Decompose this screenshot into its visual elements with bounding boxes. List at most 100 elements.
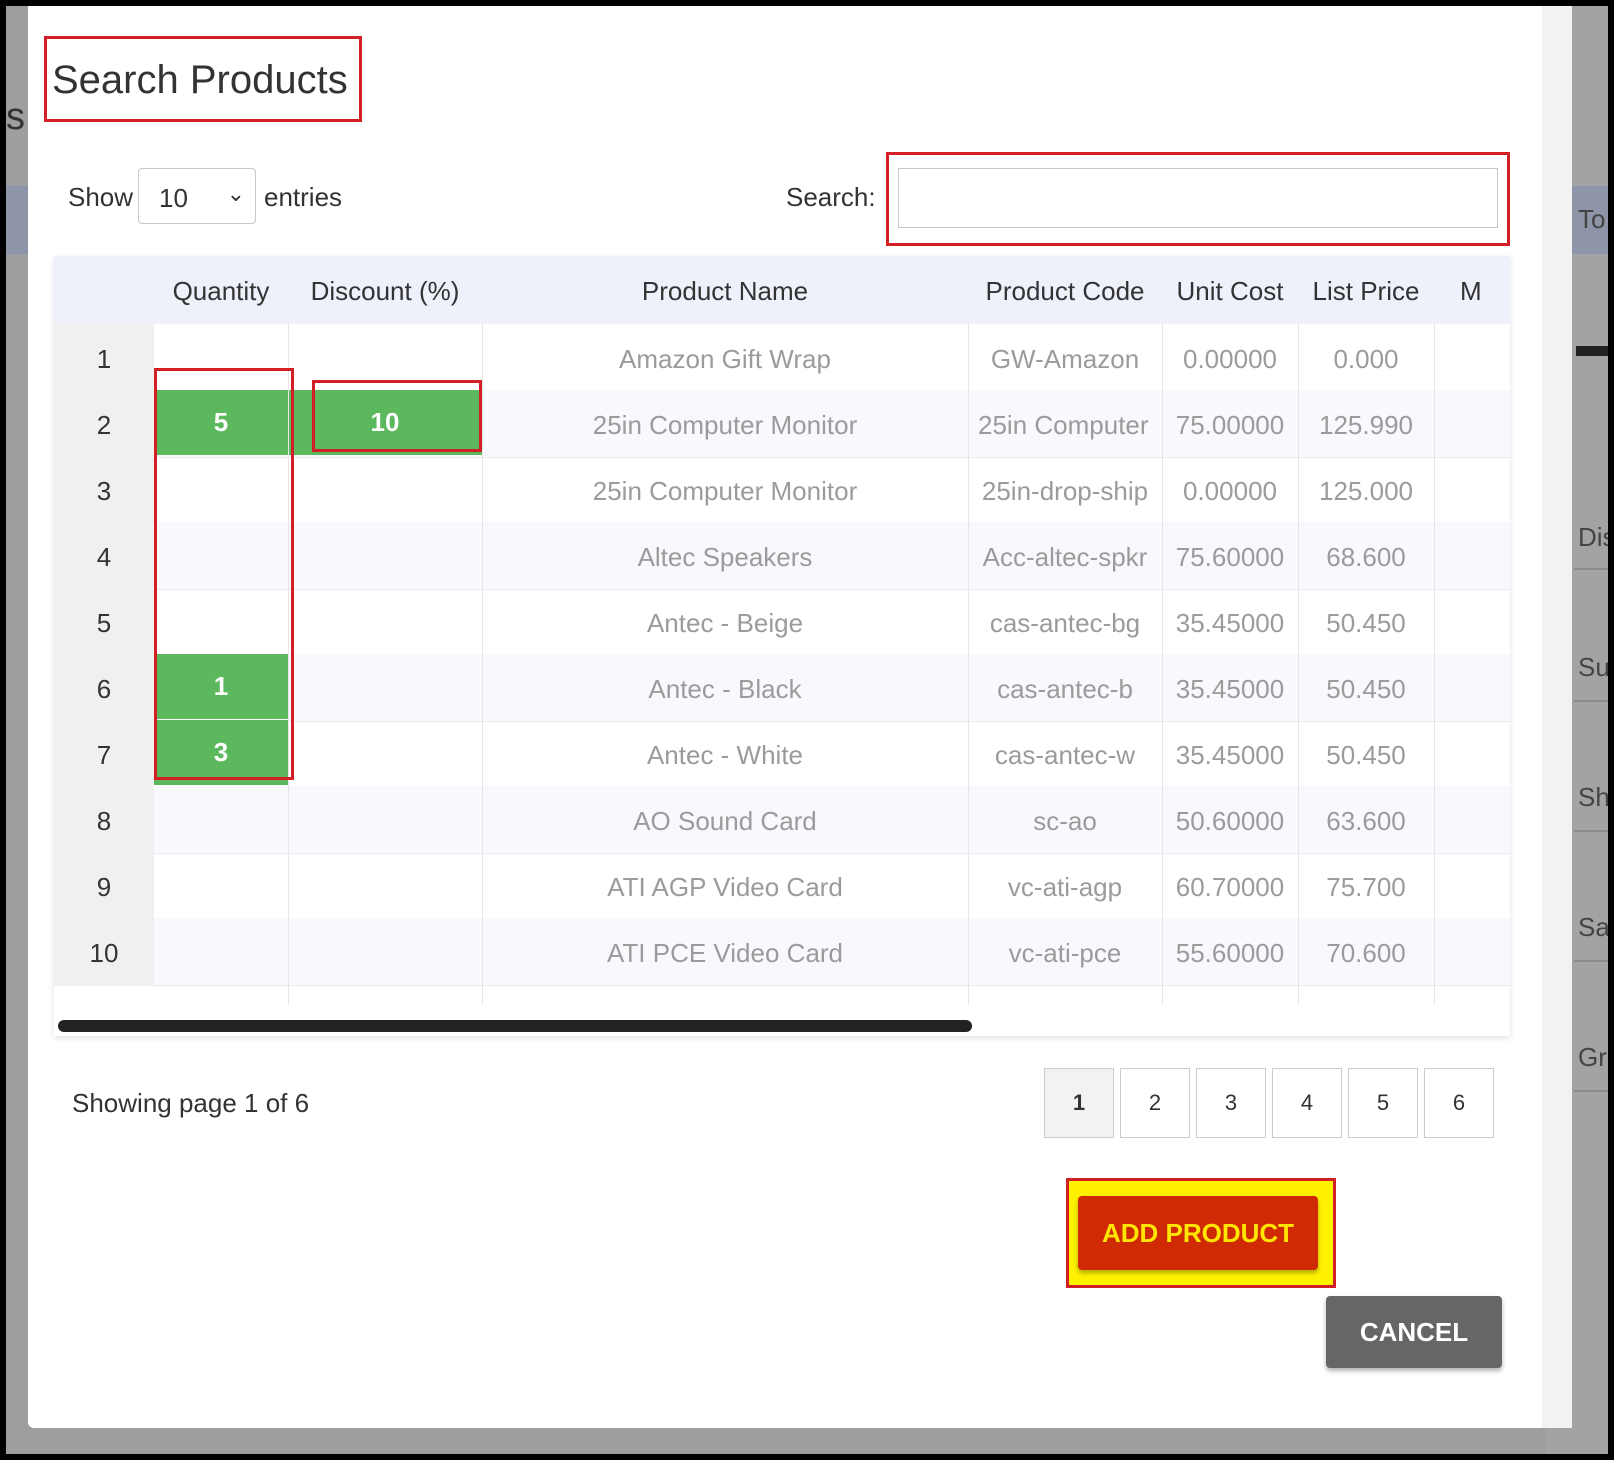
unit-cost-cell: 35.45000 (1175, 740, 1285, 770)
product-name-cell: AO Sound Card (633, 806, 817, 836)
page-button-2[interactable]: 2 (1120, 1068, 1190, 1138)
column-divider (1298, 324, 1299, 1004)
horizontal-scrollbar[interactable] (58, 1020, 972, 1032)
product-name-cell: 25in Computer Monitor (592, 476, 858, 506)
product-name-cell: Antec - White (646, 740, 804, 770)
list-price-cell: 70.600 (1326, 938, 1406, 968)
table-header: Quantity Discount (%) Product Name Produ… (54, 256, 1510, 324)
row-number: 3 (96, 476, 112, 506)
add-product-button[interactable]: ADD PRODUCT (1078, 1196, 1318, 1270)
row-number-cell: 8 (54, 786, 154, 854)
background-label: Dis (1578, 522, 1608, 552)
background-band (6, 186, 30, 254)
product-name-cell: Antec - Black (648, 674, 802, 704)
list-price-cell: 50.450 (1326, 740, 1406, 770)
modal-title: Search Products (52, 58, 348, 102)
column-divider (1434, 324, 1435, 1004)
table-row: 8 AO Sound Card sc-ao 50.60000 63.600 (54, 786, 1510, 854)
product-code-cell: GW-Amazon (990, 344, 1140, 374)
search-input[interactable] (898, 168, 1498, 228)
column-divider (482, 324, 483, 1004)
page-button-6[interactable]: 6 (1424, 1068, 1494, 1138)
unit-cost-cell: 35.45000 (1175, 674, 1285, 704)
product-code-cell: sc-ao (1033, 806, 1097, 836)
row-number: 2 (96, 410, 112, 440)
unit-cost-cell: 0.00000 (1183, 476, 1277, 506)
background-divider (1574, 960, 1608, 962)
column-divider (1162, 324, 1163, 1004)
row-number: 6 (96, 674, 112, 704)
background-divider (1574, 1090, 1608, 1092)
page-button-4[interactable]: 4 (1272, 1068, 1342, 1138)
unit-cost-cell: 35.45000 (1175, 608, 1285, 638)
column-header-product-name[interactable]: Product Name (482, 276, 968, 307)
unit-cost-cell: 50.60000 (1175, 806, 1285, 836)
row-number-cell: 5 (54, 588, 154, 656)
row-number-cell: 9 (54, 852, 154, 920)
background-label: Gra (1578, 1042, 1608, 1072)
unit-cost-cell: 75.60000 (1175, 542, 1285, 572)
row-number-cell: 7 (54, 720, 154, 788)
list-price-cell: 125.000 (1319, 476, 1413, 506)
quantity-highlight-box (154, 368, 294, 780)
row-number-cell: 1 (54, 324, 154, 392)
column-header-unit-cost[interactable]: Unit Cost (1162, 276, 1298, 307)
product-code-cell: 25in-drop-ship (981, 476, 1149, 506)
row-number: 10 (89, 938, 119, 968)
unit-cost-cell: 55.60000 (1175, 938, 1285, 968)
row-number: 7 (96, 740, 112, 770)
column-divider (968, 324, 969, 1004)
row-number-cell: 10 (54, 918, 154, 986)
row-number: 9 (96, 872, 112, 902)
column-header-product-code[interactable]: Product Code (968, 276, 1162, 307)
column-header-partial[interactable]: M (1460, 276, 1500, 307)
list-price-cell: 50.450 (1326, 674, 1406, 704)
page-button-1[interactable]: 1 (1044, 1068, 1114, 1138)
row-number: 5 (96, 608, 112, 638)
products-table: Quantity Discount (%) Product Name Produ… (54, 256, 1510, 1036)
chevron-down-icon: ⌄ (226, 181, 245, 206)
list-price-cell: 63.600 (1326, 806, 1406, 836)
entries-select-value: 10 (159, 183, 188, 213)
column-header-discount[interactable]: Discount (%) (288, 276, 482, 307)
show-label: Show (68, 182, 134, 212)
product-code-cell: 25in Computer Monitor (978, 410, 1152, 440)
background-label: Su (1578, 652, 1608, 682)
product-code-cell: vc-ati-agp (1007, 872, 1123, 902)
product-code-cell: vc-ati-pce (1008, 938, 1122, 968)
product-name-cell: Altec Speakers (637, 542, 813, 572)
row-number: 1 (96, 344, 112, 374)
page-button-3[interactable]: 3 (1196, 1068, 1266, 1138)
column-header-quantity[interactable]: Quantity (154, 276, 288, 307)
entries-select[interactable]: 10 ⌄ (138, 168, 256, 224)
list-price-cell: 125.990 (1319, 410, 1413, 440)
product-name-cell: ATI PCE Video Card (606, 938, 844, 968)
background-divider (1574, 700, 1608, 702)
unit-cost-cell: 0.00000 (1183, 344, 1277, 374)
cancel-button[interactable]: CANCEL (1326, 1296, 1502, 1368)
product-code-cell: cas-antec-b (997, 674, 1133, 704)
product-code-cell: cas-antec-w (994, 740, 1136, 770)
entries-label: entries (264, 182, 343, 212)
unit-cost-cell: 75.00000 (1175, 410, 1285, 440)
product-code-cell: cas-antec-bg (989, 608, 1141, 638)
background-label: Sal (1578, 912, 1608, 942)
background-text: s (6, 96, 25, 138)
list-price-cell: 68.600 (1326, 542, 1406, 572)
background-label: To (1578, 204, 1606, 234)
row-number-cell: 2 (54, 390, 154, 458)
product-name-cell: 25in Computer Monitor (592, 410, 858, 440)
list-price-cell: 0.000 (1333, 344, 1399, 374)
pagination-info: Showing page 1 of 6 (72, 1088, 310, 1118)
column-header-list-price[interactable]: List Price (1298, 276, 1434, 307)
page-button-5[interactable]: 5 (1348, 1068, 1418, 1138)
modal-scrollbar[interactable] (1542, 6, 1572, 1428)
product-name-cell: Antec - Beige (646, 608, 804, 638)
table-row: 9 ATI AGP Video Card vc-ati-agp 60.70000 75.… (54, 852, 1510, 920)
row-number: 8 (96, 806, 112, 836)
row-number-cell: 6 (54, 654, 154, 722)
search-label: Search: (786, 182, 876, 212)
background-label: Shi (1578, 782, 1608, 812)
row-number-cell: 4 (54, 522, 154, 590)
list-price-cell: 75.700 (1326, 872, 1406, 902)
